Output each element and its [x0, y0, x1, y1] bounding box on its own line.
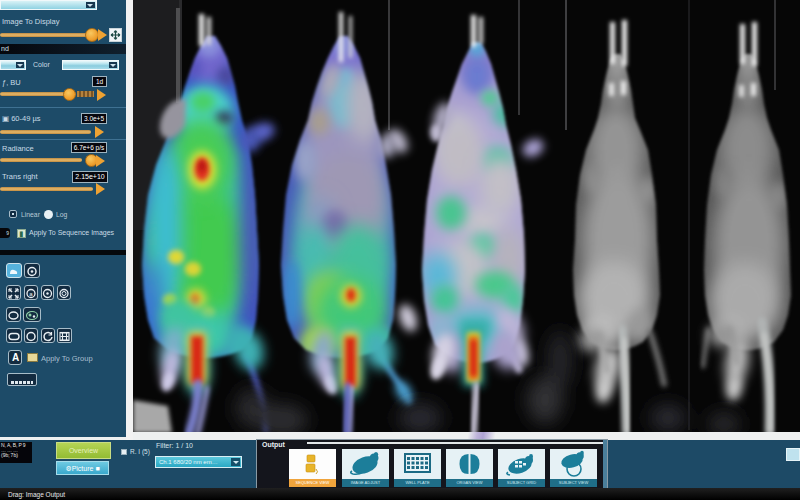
svg-text:a: a	[29, 291, 33, 297]
